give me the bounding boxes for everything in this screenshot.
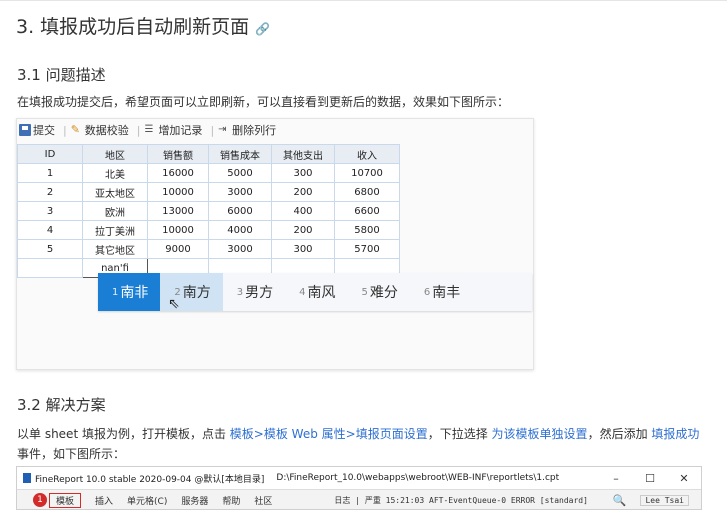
table-cell[interactable]: 其它地区: [82, 239, 148, 259]
table-cell[interactable]: 亚太地区: [82, 182, 148, 202]
search-icon[interactable]: 🔍: [613, 494, 627, 507]
table-cell[interactable]: 9000: [147, 239, 209, 259]
ime-candidate[interactable]: 5 难分: [348, 273, 410, 311]
table-cell[interactable]: 拉丁美洲: [82, 220, 148, 240]
table-row: 1 北美 16000 5000 300 10700: [17, 163, 400, 183]
table-cell[interactable]: 2: [17, 182, 83, 202]
table-cell[interactable]: 10000: [147, 220, 209, 240]
table-header: ID: [17, 144, 83, 164]
minimize-button[interactable]: –: [599, 472, 633, 485]
ime-candidate[interactable]: 4 南风: [285, 273, 347, 311]
menu-template[interactable]: 模板: [49, 492, 82, 508]
section-3-2-desc: 以单 sheet 填报为例，打开模板，点击 模板>模板 Web 属性>填报页面设…: [17, 427, 700, 461]
table-header: 收入: [334, 144, 400, 164]
table-cell[interactable]: 6000: [208, 201, 272, 221]
table-cell[interactable]: 4: [17, 220, 83, 240]
finereport-logo-icon: [23, 473, 31, 483]
report-toolbar: 提交 | ✎ 数据校验 | ☰ 增加记录 | ⇥ 删除列行: [17, 119, 533, 141]
submit-button[interactable]: 提交: [19, 122, 55, 138]
menu-help[interactable]: 帮助: [222, 494, 240, 507]
table-cell[interactable]: 4000: [208, 220, 272, 240]
maximize-button[interactable]: ☐: [633, 472, 667, 485]
table-cell[interactable]: 欧洲: [82, 201, 148, 221]
table-row: 2 亚太地区 10000 3000 200 6800: [17, 182, 400, 202]
designer-screenshot: FineReport 10.0 stable 2020-09-04 @默认[本地…: [16, 466, 702, 510]
designer-titlebar: FineReport 10.0 stable 2020-09-04 @默认[本地…: [17, 467, 701, 490]
table-header: 其他支出: [271, 144, 335, 164]
add-row-icon: ☰: [144, 124, 154, 135]
menu-insert[interactable]: 插入: [95, 494, 113, 507]
table-cell[interactable]: 13000: [147, 201, 209, 221]
save-icon: [19, 124, 31, 136]
table-cell[interactable]: 3000: [208, 182, 272, 202]
section-3-2-title: 3.2 解决方案: [17, 396, 106, 414]
table-cell[interactable]: 5800: [334, 220, 400, 240]
menu-server[interactable]: 服务器: [181, 494, 208, 507]
table-header-row: ID 地区 销售额 销售成本 其他支出 收入: [17, 144, 400, 164]
table-cell[interactable]: [17, 258, 83, 278]
table-header: 地区: [82, 144, 148, 164]
user-name[interactable]: Lee Tsai: [640, 494, 689, 506]
table-cell[interactable]: 10000: [147, 182, 209, 202]
table-header: 销售成本: [208, 144, 272, 164]
section-3-1-desc: 在填报成功提交后，希望页面可以立即刷新，可以直接看到更新后的数据，效果如下图所示…: [17, 95, 510, 109]
validate-button[interactable]: ✎ 数据校验: [71, 122, 129, 138]
log-status: 日志 | 严重 15:21:03 AFT-EventQueue-0 ERROR …: [334, 495, 588, 505]
menu-cell[interactable]: 单元格(C): [127, 494, 167, 507]
table-cell[interactable]: 3: [17, 201, 83, 221]
table-cell[interactable]: 6800: [334, 182, 400, 202]
section-3-title: 3. 填报成功后自动刷新页面 🔗: [16, 16, 271, 38]
close-button[interactable]: ✕: [667, 472, 701, 485]
table-row: 3 欧洲 13000 6000 400 6600: [17, 201, 400, 221]
table-cell[interactable]: 5000: [208, 163, 272, 183]
table-cell[interactable]: 5700: [334, 239, 400, 259]
table-cell[interactable]: 400: [271, 201, 335, 221]
add-record-button[interactable]: ☰ 增加记录: [144, 122, 202, 138]
menu-community[interactable]: 社区: [254, 494, 272, 507]
table-cell[interactable]: 10700: [334, 163, 400, 183]
delete-row-button[interactable]: ⇥ 删除列行: [218, 122, 276, 138]
ime-candidate-bar: 1 南非 2 南方 3 男方 4 南风 5 难分 6 南丰: [98, 273, 532, 311]
table-cell[interactable]: 6600: [334, 201, 400, 221]
table-cell[interactable]: 200: [271, 182, 335, 202]
table-cell[interactable]: 200: [271, 220, 335, 240]
table-cell[interactable]: 16000: [147, 163, 209, 183]
mouse-pointer-icon: ⇖: [168, 296, 180, 312]
table-header: 销售额: [147, 144, 209, 164]
table-cell[interactable]: 5: [17, 239, 83, 259]
menu-path-link[interactable]: 模板>模板 Web 属性>填报页面设置: [230, 427, 428, 441]
fill-report-screenshot: 提交 | ✎ 数据校验 | ☰ 增加记录 | ⇥ 删除列行 ID 地区 销售额 销售成…: [16, 118, 534, 370]
section-3-1-title: 3.1 问题描述: [17, 66, 106, 84]
data-table: ID 地区 销售额 销售成本 其他支出 收入 1 北美 16000 5000 3…: [17, 144, 400, 278]
table-cell[interactable]: 1: [17, 163, 83, 183]
table-cell[interactable]: 3000: [208, 239, 272, 259]
option-link[interactable]: 为该模板单独设置: [492, 427, 588, 441]
ime-candidate[interactable]: 1 南非: [98, 273, 161, 311]
ime-candidate[interactable]: 6 南丰: [410, 273, 472, 311]
ime-candidate[interactable]: 3 男方: [223, 273, 285, 311]
designer-menubar: 1 模板 插入 单元格(C) 服务器 帮助 社区 日志 | 严重 15:21:0…: [17, 490, 701, 509]
table-cell[interactable]: 300: [271, 163, 335, 183]
table-row: 5 其它地区 9000 3000 300 5700: [17, 239, 400, 259]
table-cell[interactable]: 北美: [82, 163, 148, 183]
event-link[interactable]: 填报成功: [651, 427, 699, 441]
check-icon: ✎: [70, 123, 80, 136]
link-icon[interactable]: 🔗: [255, 22, 270, 36]
table-row: 4 拉丁美洲 10000 4000 200 5800: [17, 220, 400, 240]
top-divider: [0, 0, 727, 5]
step-badge: 1: [33, 493, 47, 507]
table-cell[interactable]: 300: [271, 239, 335, 259]
delete-row-icon: ⇥: [218, 124, 227, 135]
